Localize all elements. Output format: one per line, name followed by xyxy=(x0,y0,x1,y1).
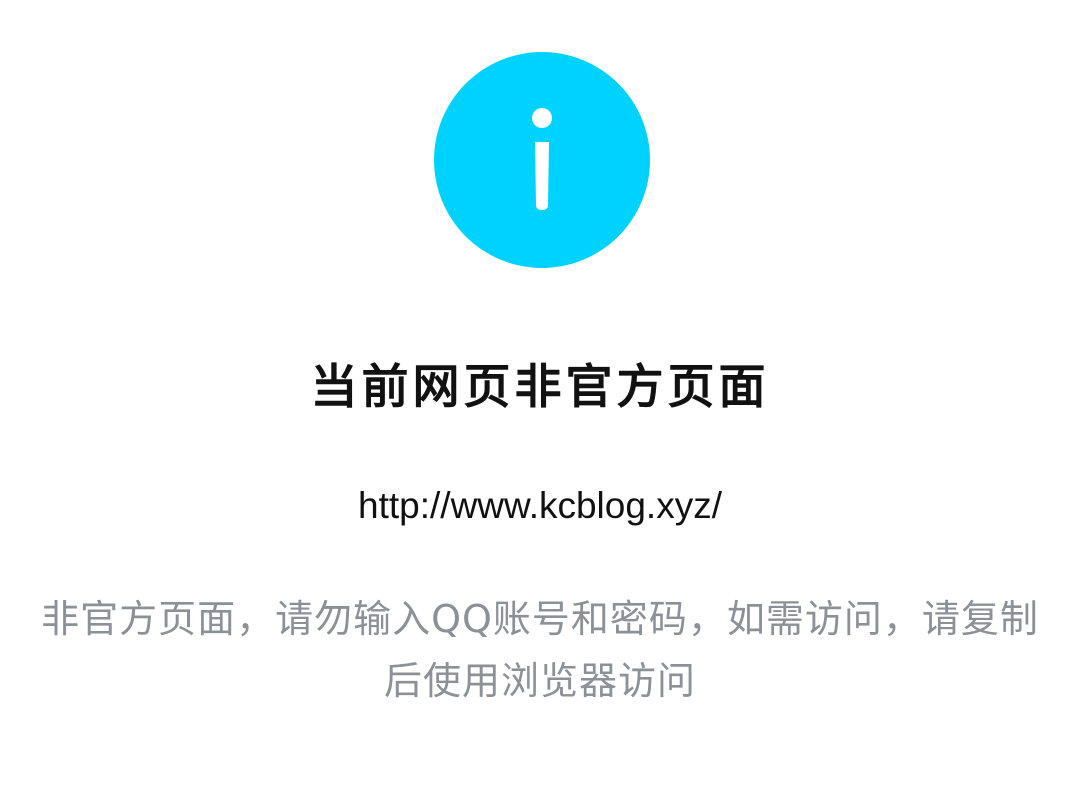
warning-message: 非官方页面，请勿输入QQ账号和密码，如需访问，请复制后使用浏览器访问 xyxy=(41,597,1039,703)
info-icon xyxy=(434,52,650,268)
unofficial-page-warning: 当前网页非官方页面 http://www.kcblog.xyz/ 非官方页面，请… xyxy=(0,0,1080,810)
page-url: http://www.kcblog.xyz/ xyxy=(358,485,722,526)
page-title: 当前网页非官方页面 xyxy=(310,360,770,415)
info-icon-glyph xyxy=(532,108,552,210)
